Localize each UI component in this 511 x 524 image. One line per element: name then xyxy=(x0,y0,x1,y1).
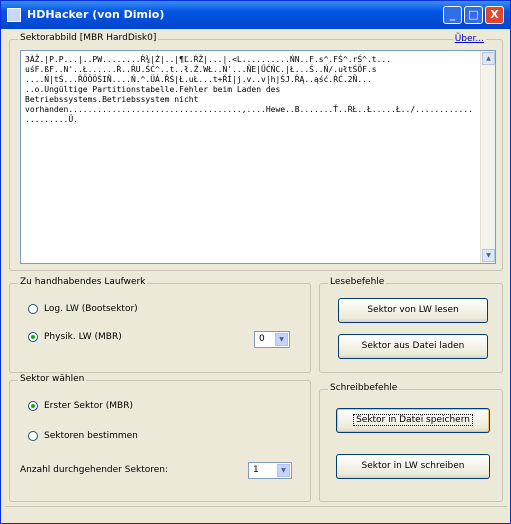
radio-first-sector[interactable]: Erster Sektor (MBR) xyxy=(28,401,133,412)
client-area: Sektorabbild [MBR HardDisk0] Über... 3ÀŽ… xyxy=(5,31,507,521)
radio-logical-drive[interactable]: Log. LW (Bootsektor) xyxy=(28,304,138,315)
vertical-scrollbar[interactable]: ▲ ▼ xyxy=(480,51,495,263)
sector-view-legend: Sektorabbild [MBR HardDisk0] xyxy=(18,33,159,43)
read-sector-from-drive-label: Sektor von LW lesen xyxy=(367,305,459,315)
chevron-down-icon[interactable]: ▼ xyxy=(277,464,290,477)
save-sector-to-file-button[interactable]: Sektor in Datei speichern xyxy=(336,408,490,433)
read-commands-group: Lesebefehle Sektor von LW lesen Sektor a… xyxy=(319,277,503,373)
app-window: HDHacker (von Dimio) _ □ X Sektorabbild … xyxy=(0,0,511,524)
app-icon xyxy=(7,8,21,22)
about-link[interactable]: Über... xyxy=(452,34,486,44)
scroll-up-icon[interactable]: ▲ xyxy=(482,52,495,65)
title-bar[interactable]: HDHacker (von Dimio) _ □ X xyxy=(1,1,510,29)
radio-physical-drive[interactable]: Physik. LW (MBR) xyxy=(28,332,122,343)
write-commands-legend: Schreibbefehle xyxy=(328,383,400,393)
drive-select-value: 0 xyxy=(259,334,265,344)
radio-first-sector-circle[interactable] xyxy=(28,401,38,411)
load-sector-from-file-button[interactable]: Sektor aus Datei laden xyxy=(338,334,488,359)
radio-logical-drive-label: Log. LW (Bootsektor) xyxy=(44,304,138,314)
write-sector-to-drive-button[interactable]: Sektor in LW schreiben xyxy=(336,454,490,479)
sector-select-legend: Sektor wählen xyxy=(18,374,87,384)
read-sector-from-drive-button[interactable]: Sektor von LW lesen xyxy=(338,298,488,323)
radio-physical-drive-circle[interactable] xyxy=(28,332,38,342)
sector-content-textarea[interactable]: 3ÀŽ.|P.P...|..PW........Ŕ¾|Ż|..|¶Ľ.ŔŽ|..… xyxy=(20,50,496,264)
sector-view-group: Sektorabbild [MBR HardDisk0] Über... 3ÀŽ… xyxy=(9,33,503,271)
read-commands-legend: Lesebefehle xyxy=(328,277,387,287)
write-sector-to-drive-label: Sektor in LW schreiben xyxy=(361,461,465,471)
radio-choose-sectors[interactable]: Sektoren bestimmen xyxy=(28,431,138,442)
sector-count-select[interactable]: 1 ▼ xyxy=(248,462,292,479)
sector-content-text: 3ÀŽ.|P.P...|..PW........Ŕ¾|Ż|..|¶Ľ.ŔŽ|..… xyxy=(25,55,473,124)
load-sector-from-file-label: Sektor aus Datei laden xyxy=(361,341,465,351)
scroll-down-icon[interactable]: ▼ xyxy=(482,249,495,262)
sector-select-group: Sektor wählen Erster Sektor (MBR) Sektor… xyxy=(9,374,311,502)
drive-group: Zu handhabendes Laufwerk Log. LW (Bootse… xyxy=(9,277,311,373)
radio-first-sector-label: Erster Sektor (MBR) xyxy=(44,401,133,411)
maximize-button[interactable]: □ xyxy=(464,6,483,24)
drive-select[interactable]: 0 ▼ xyxy=(254,331,290,348)
write-commands-group: Schreibbefehle Sektor in Datei speichern… xyxy=(319,383,503,502)
chevron-down-icon[interactable]: ▼ xyxy=(275,333,288,346)
sector-count-value: 1 xyxy=(253,465,259,475)
radio-physical-drive-label: Physik. LW (MBR) xyxy=(44,332,122,342)
close-button[interactable]: X xyxy=(485,6,504,24)
window-title: HDHacker (von Dimio) xyxy=(27,8,165,21)
radio-choose-sectors-label: Sektoren bestimmen xyxy=(44,431,138,441)
radio-choose-sectors-circle[interactable] xyxy=(28,431,38,441)
save-sector-to-file-label: Sektor in Datei speichern xyxy=(353,414,473,426)
drive-group-legend: Zu handhabendes Laufwerk xyxy=(18,277,148,287)
minimize-button[interactable]: _ xyxy=(443,6,462,24)
radio-logical-drive-circle[interactable] xyxy=(28,304,38,314)
sector-count-label: Anzahl durchgehender Sektoren: xyxy=(20,465,169,475)
status-bar xyxy=(5,506,507,521)
